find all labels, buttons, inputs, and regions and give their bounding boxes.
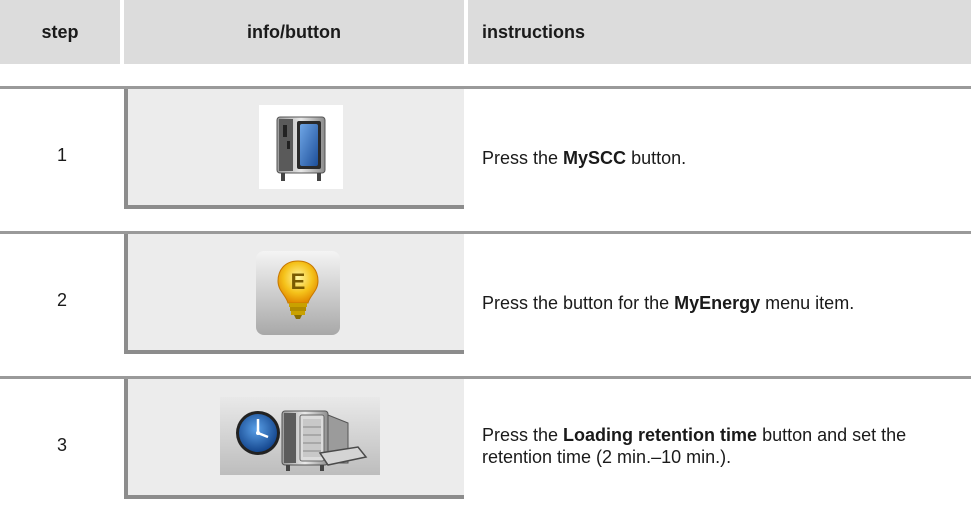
instruction-text: Press the MySCC button. [482,147,963,169]
header-info-button: info/button [124,0,464,64]
instruction-post: menu item. [760,293,855,313]
instruction-bold: Loading retention time [563,425,758,445]
instruction-text: Press the button for the MyEnergy menu i… [482,292,963,314]
loading-retention-time-icon[interactable] [220,397,380,475]
instruction-pre: Press the [482,148,564,168]
header-step: step [0,0,120,64]
instruction-bold: MySCC [563,148,627,168]
step-number: 1 [56,144,67,165]
table-row-step-1: 1 Press the MySCC button. [0,86,971,221]
table-row-step-3: 3 Press the Loading retention time butto… [0,376,971,511]
instruction-text: Press the Loading retention time button … [482,424,963,468]
step-number: 3 [56,434,67,455]
svg-text:E: E [291,269,306,294]
instruction-pre: Press the button for the [482,293,675,313]
energy-bulb-icon[interactable]: E [256,251,340,335]
instruction-post: button. [626,148,687,168]
button-panel [124,89,464,209]
table-header: step info/button instructions [0,0,971,64]
instruction-bold: MyEnergy [674,293,761,313]
button-panel [124,379,464,499]
table-row-step-2: 2 E Press the button for the MyEnergy me… [0,231,971,366]
button-panel: E [124,234,464,354]
instruction-pre: Press the [482,425,564,445]
step-number: 2 [56,289,67,310]
header-instructions: instructions [468,0,971,64]
oven-icon[interactable] [259,105,343,189]
